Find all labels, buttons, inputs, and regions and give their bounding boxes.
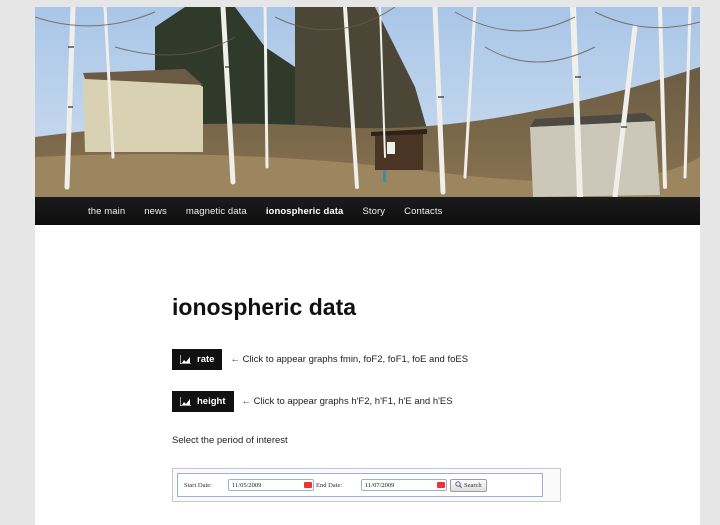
nav-item-story[interactable]: Story bbox=[362, 206, 385, 217]
end-date-label: End Date: bbox=[316, 481, 343, 489]
date-range-box: Start Date: 11/05/2009 End Date: 11/07/2… bbox=[177, 473, 543, 497]
magnifier-icon bbox=[455, 480, 463, 490]
main-nav: the main news magnetic data ionospheric … bbox=[35, 197, 700, 225]
nav-item-contacts[interactable]: Contacts bbox=[404, 206, 442, 217]
page-title: ionospheric data bbox=[172, 294, 357, 320]
end-date-value: 11/07/2009 bbox=[365, 481, 395, 489]
search-button-label: Search bbox=[464, 481, 482, 489]
height-hint: ← Click to appear graphs h'F2, h'F1, h'E… bbox=[241, 396, 453, 407]
nav-item-ionospheric-data[interactable]: ionospheric data bbox=[266, 206, 344, 217]
start-date-input[interactable]: 11/05/2009 bbox=[228, 479, 314, 491]
height-button-label: height bbox=[197, 396, 226, 407]
start-date-value: 11/05/2009 bbox=[232, 481, 262, 489]
page: the main news magnetic data ionospheric … bbox=[35, 7, 700, 525]
chart-icon bbox=[180, 397, 191, 406]
height-row: height ← Click to appear graphs h'F2, h'… bbox=[172, 391, 453, 412]
nav-item-main[interactable]: the main bbox=[88, 206, 125, 217]
period-text: Select the period of interest bbox=[172, 435, 288, 446]
start-date-label: Start Date: bbox=[184, 481, 212, 489]
header-image bbox=[35, 7, 700, 197]
nav-item-news[interactable]: news bbox=[144, 206, 167, 217]
rate-row: rate ← Click to appear graphs fmin, foF2… bbox=[172, 349, 468, 370]
end-date-input[interactable]: 11/07/2009 bbox=[361, 479, 447, 491]
rate-button[interactable]: rate bbox=[172, 349, 223, 370]
calendar-icon[interactable] bbox=[437, 482, 445, 488]
calendar-icon[interactable] bbox=[304, 482, 312, 488]
rate-button-label: rate bbox=[197, 354, 215, 365]
search-button[interactable]: Search bbox=[450, 478, 487, 492]
height-button[interactable]: height bbox=[172, 391, 234, 412]
nav-item-magnetic-data[interactable]: magnetic data bbox=[186, 206, 247, 217]
date-range-form: Start Date: 11/05/2009 End Date: 11/07/2… bbox=[172, 468, 561, 502]
chart-icon bbox=[180, 355, 191, 364]
rate-hint: ← Click to appear graphs fmin, foF2, foF… bbox=[230, 354, 469, 365]
